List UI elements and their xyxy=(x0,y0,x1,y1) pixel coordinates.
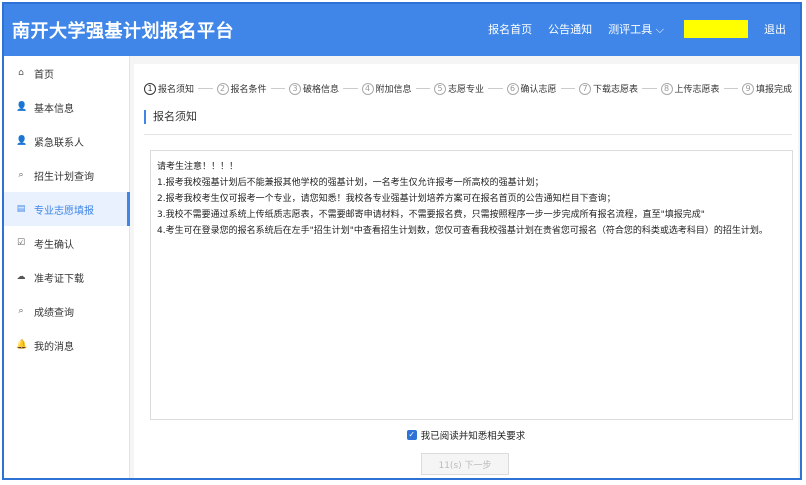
sidebar-item[interactable]: 👤 基本信息 xyxy=(4,90,129,124)
notice-heading: 请考生注意！！！！ xyxy=(157,162,239,172)
step-item: 9 填报完成 xyxy=(742,82,792,95)
cloud-download-icon: ☁ xyxy=(16,272,26,282)
notice-line: 4.考生可在登录您的报名系统后在左手"招生计划"中查看招生计划数，您仅可查看我校… xyxy=(157,226,768,236)
step-connector xyxy=(198,88,213,89)
step-number: 9 xyxy=(742,82,754,95)
sidebar-item-label: 首页 xyxy=(34,69,54,81)
nav-notice-link[interactable]: 公告通知 xyxy=(548,21,592,37)
step-connector xyxy=(415,88,430,89)
app-window: 南开大学强基计划报名平台 报名首页 公告通知 测评工具 ⌵ 退出 ⌂ 首页 👤 基本信… xyxy=(2,2,802,480)
step-label: 报名须知 xyxy=(158,85,195,95)
site-title: 南开大学强基计划报名平台 xyxy=(12,21,234,42)
bell-icon: 🔔 xyxy=(16,340,28,350)
notice-line: 2.报考我校考生仅可报考一个专业，请您知悉！我校各专业强基计划培养方案可在报名首… xyxy=(157,194,616,204)
sidebar: ⌂ 首页 👤 基本信息 👤 紧急联系人 ⌕ 招生计划查询 ▤ 专业志愿填报 ☑ 考生确认 ☁ 准考证下载 ⌕… xyxy=(4,56,130,478)
step-connector xyxy=(560,88,575,89)
user-icon: 👤 xyxy=(16,102,28,112)
logout-link[interactable]: 退出 xyxy=(764,21,786,37)
step-connector xyxy=(488,88,503,89)
home-icon: ⌂ xyxy=(18,68,24,78)
step-connector xyxy=(270,88,285,89)
step-label: 破格信息 xyxy=(303,85,340,95)
step-progress: 1 报名须知 2 报名条件 3 破格信息 4 附加信息 5 志愿专业 6 确认志愿 7 下载志愿表 8 上传志… xyxy=(144,82,792,95)
sidebar-item-label: 基本信息 xyxy=(34,103,74,115)
step-label: 志愿专业 xyxy=(448,85,485,95)
sidebar-item[interactable]: ☁ 准考证下载 xyxy=(4,260,129,294)
step-connector xyxy=(343,88,358,89)
step-connector xyxy=(642,88,657,89)
sidebar-item[interactable]: ⌕ 成绩查询 xyxy=(4,294,129,328)
agree-label: 我已阅读并知悉相关要求 xyxy=(420,431,526,442)
step-item: 8 上传志愿表 xyxy=(660,82,720,95)
sidebar-item[interactable]: ▤ 专业志愿填报 xyxy=(4,192,130,226)
step-connector xyxy=(723,88,738,89)
step-number: 1 xyxy=(144,82,156,95)
header-bar: 南开大学强基计划报名平台 报名首页 公告通知 测评工具 ⌵ 退出 xyxy=(4,4,800,56)
step-label: 附加信息 xyxy=(375,85,412,95)
step-item: 2 报名条件 xyxy=(216,82,267,95)
top-nav: 报名首页 公告通知 测评工具 ⌵ 退出 xyxy=(488,20,786,38)
nav-home-link[interactable]: 报名首页 xyxy=(488,21,532,37)
agree-checkbox[interactable]: ✓ xyxy=(406,430,417,440)
step-label: 确认志愿 xyxy=(520,85,557,95)
user-icon: 👤 xyxy=(16,136,28,146)
next-step-button[interactable]: 11(s) 下一步 xyxy=(421,453,509,475)
step-number: 3 xyxy=(289,82,301,95)
divider xyxy=(144,134,792,135)
form-icon: ▤ xyxy=(16,204,26,214)
step-item: 5 志愿专业 xyxy=(434,82,484,95)
step-label: 下载志愿表 xyxy=(593,85,639,95)
sidebar-item[interactable]: ⌂ 首页 xyxy=(4,56,129,90)
step-label: 填报完成 xyxy=(756,85,793,95)
search-icon: ⌕ xyxy=(18,170,24,180)
step-number: 8 xyxy=(660,82,673,95)
sidebar-item[interactable]: ⌕ 招生计划查询 xyxy=(4,158,129,192)
sidebar-item-label: 成绩查询 xyxy=(34,307,74,319)
step-number: 4 xyxy=(361,82,374,95)
sidebar-item-label: 准考证下载 xyxy=(34,273,84,285)
sidebar-item-label: 考生确认 xyxy=(34,239,74,251)
notice-box: 请考生注意！！！！ 1.报考我校强基计划后不能兼报其他学校的强基计划，一名考生仅… xyxy=(150,150,793,420)
sidebar-item[interactable]: 👤 紧急联系人 xyxy=(4,124,129,158)
step-item: 6 确认志愿 xyxy=(506,82,557,95)
step-label: 上传志愿表 xyxy=(674,85,720,95)
nav-tools-dropdown[interactable]: 测评工具 ⌵ xyxy=(608,21,664,37)
notice-line: 1.报考我校强基计划后不能兼报其他学校的强基计划，一名考生仅允许报考一所高校的强… xyxy=(157,178,544,188)
step-item: 4 附加信息 xyxy=(361,82,412,95)
sidebar-item[interactable]: 🔔 我的消息 xyxy=(4,328,129,362)
check-square-icon: ☑ xyxy=(16,238,26,248)
sidebar-item-label: 我的消息 xyxy=(34,341,74,353)
step-label: 报名条件 xyxy=(230,85,267,95)
search-icon: ⌕ xyxy=(18,306,24,316)
sidebar-item-label: 专业志愿填报 xyxy=(34,205,94,217)
main-panel: 1 报名须知 2 报名条件 3 破格信息 4 附加信息 5 志愿专业 6 确认志愿 7 下载志愿表 8 上传志… xyxy=(134,64,798,478)
step-number: 6 xyxy=(506,82,519,95)
step-item: 3 破格信息 xyxy=(289,82,339,95)
step-item: 1 报名须知 xyxy=(144,82,194,95)
section-title: 报名须知 xyxy=(144,110,197,124)
sidebar-item-label: 招生计划查询 xyxy=(34,171,94,183)
sidebar-item-label: 紧急联系人 xyxy=(34,137,84,149)
sidebar-item[interactable]: ☑ 考生确认 xyxy=(4,226,129,260)
step-item: 7 下载志愿表 xyxy=(579,82,638,95)
notice-line: 3.我校不需要通过系统上传纸质志愿表，不需要邮寄申请材料，不需要报名费，只需按照… xyxy=(157,210,705,220)
step-number: 7 xyxy=(579,82,591,95)
step-number: 2 xyxy=(216,82,229,95)
step-number: 5 xyxy=(434,82,446,95)
agree-row[interactable]: ✓ 我已阅读并知悉相关要求 xyxy=(134,428,798,442)
username-redacted xyxy=(684,20,748,38)
